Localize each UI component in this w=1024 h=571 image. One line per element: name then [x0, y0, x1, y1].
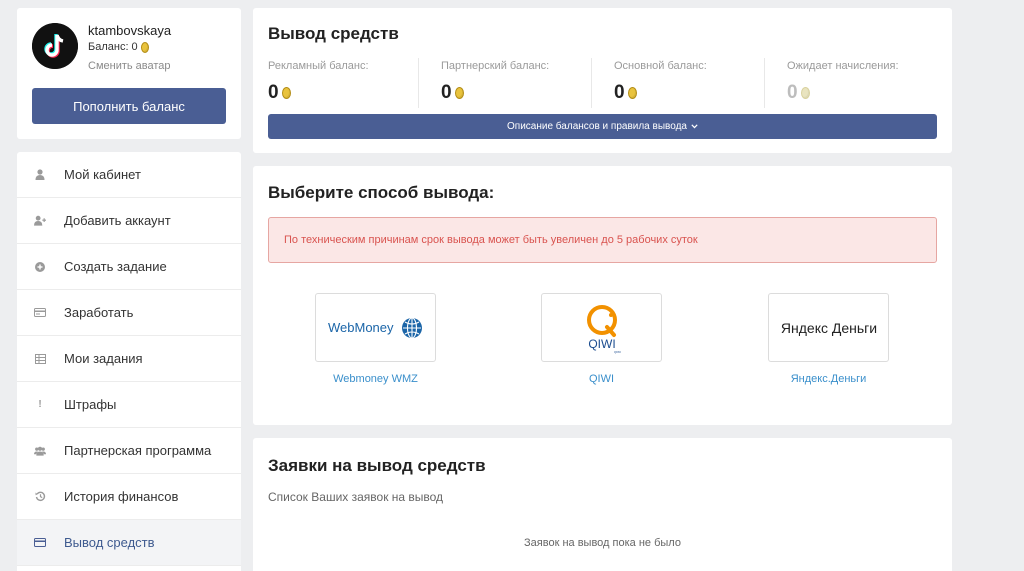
balance-value: 0	[787, 82, 798, 103]
method-label-webmoney[interactable]: Webmoney WMZ	[315, 373, 436, 385]
sidebar-item-label: Штрафы	[64, 397, 117, 412]
requests-subtitle: Список Ваших заявок на вывод	[268, 490, 444, 504]
balance-main: Основной баланс: 0	[591, 58, 764, 108]
avatar[interactable]	[32, 23, 78, 69]
qiwi-logo-text: QIWI	[588, 337, 615, 351]
sidebar-item-label: Вывод средств	[64, 535, 155, 550]
card-icon	[34, 307, 46, 319]
sidebar-item-create-task[interactable]: Создать задание	[17, 244, 241, 290]
profile-card: ktambovskaya Баланс: 0 Сменить аватар По…	[17, 8, 241, 139]
coin-icon	[140, 41, 149, 53]
balance-partner: Партнерский баланс: 0	[418, 58, 591, 108]
balance-value: 0	[268, 82, 279, 103]
yandex-logo-text: Яндекс Деньги	[780, 320, 876, 336]
yandex-money-logo-icon[interactable]: Яндекс Деньги	[768, 293, 889, 362]
method-qiwi[interactable]: QIWI QIWI QIWI	[541, 293, 662, 385]
sidebar-item-my-tasks[interactable]: Мои задания	[17, 336, 241, 382]
users-icon	[34, 445, 46, 457]
sidebar-item-label: Добавить аккаунт	[64, 213, 171, 228]
sidebar-item-label: Заработать	[64, 305, 134, 320]
sidebar-item-finance-history[interactable]: История финансов	[17, 474, 241, 520]
history-icon	[34, 491, 46, 503]
sidebar-item-earn[interactable]: Заработать	[17, 290, 241, 336]
topup-balance-button[interactable]: Пополнить баланс	[32, 88, 226, 124]
method-webmoney[interactable]: WebMoney Webmoney WMZ	[315, 293, 436, 385]
plus-circle-icon	[34, 261, 46, 273]
coin-icon	[627, 87, 637, 99]
page-title: Вывод средств	[268, 24, 399, 43]
sidebar-item-add-account[interactable]: Добавить аккаунт	[17, 198, 241, 244]
change-avatar-link[interactable]: Сменить аватар	[88, 60, 171, 72]
methods-title: Выберите способ вывода:	[268, 183, 495, 202]
balance-label: Ожидает начисления:	[787, 60, 899, 72]
coin-icon	[800, 87, 810, 99]
balance-label: Основной баланс:	[614, 60, 707, 72]
balance-value-container: 0	[268, 82, 418, 104]
sidebar-item-label: Мой кабинет	[64, 167, 141, 182]
grid-icon	[34, 353, 46, 365]
webmoney-logo-icon[interactable]: WebMoney	[315, 293, 436, 362]
balance-pending: Ожидает начисления: 0	[764, 58, 937, 108]
balance-label: Рекламный баланс:	[268, 60, 369, 72]
balance-rules-label: Описание балансов и правила вывода	[507, 121, 687, 132]
balance-value-container: 0	[787, 82, 937, 104]
coin-icon	[454, 87, 464, 99]
balance-label: Партнерский баланс:	[441, 60, 550, 72]
user-plus-icon	[34, 215, 46, 227]
balance-value: 0	[441, 82, 452, 103]
withdraw-requests-card: Заявки на вывод средств Список Ваших зая…	[253, 438, 952, 571]
requests-empty-text: Заявок на вывод пока не было	[524, 537, 681, 549]
withdraw-methods-card: Выберите способ вывода: По техническим п…	[253, 166, 952, 425]
balance-value: 0	[614, 82, 625, 103]
balances-card: Вывод средств Рекламный баланс: 0 Партне…	[253, 8, 952, 153]
method-label-yandex-money[interactable]: Яндекс.Деньги	[768, 373, 889, 385]
balance-value-container: 0	[441, 82, 591, 104]
profile-balance: Баланс: 0	[88, 41, 149, 53]
sidebar-item-fines[interactable]: ! Штрафы	[17, 382, 241, 428]
exclamation-icon: !	[38, 399, 42, 410]
balances-row: Рекламный баланс: 0 Партнерский баланс: …	[268, 58, 937, 108]
user-icon	[34, 169, 46, 181]
credit-card-icon	[34, 537, 46, 549]
qiwi-logo-subtext: QIWI	[614, 350, 621, 354]
webmoney-logo-text: WebMoney	[328, 320, 394, 335]
tiktok-logo-icon	[32, 23, 78, 69]
method-label-qiwi[interactable]: QIWI	[541, 373, 662, 385]
sidebar-item-withdraw[interactable]: Вывод средств	[17, 520, 241, 566]
balance-rules-button[interactable]: Описание балансов и правила вывода	[268, 114, 937, 139]
method-yandex-money[interactable]: Яндекс Деньги Яндекс.Деньги	[768, 293, 889, 385]
qiwi-logo-icon[interactable]: QIWI QIWI	[541, 293, 662, 362]
requests-title: Заявки на вывод средств	[268, 456, 486, 475]
profile-balance-text: Баланс: 0	[88, 41, 138, 53]
sidebar-item-label: Мои задания	[64, 351, 143, 366]
alert-message: По техническим причинам срок вывода може…	[268, 217, 937, 263]
chevron-down-icon	[691, 121, 698, 132]
sidebar-menu: Мой кабинет Добавить аккаунт Создать зад…	[17, 152, 241, 571]
sidebar-item-partner-program[interactable]: Партнерская программа	[17, 428, 241, 474]
username: ktambovskaya	[88, 23, 172, 38]
sidebar-item-label: Создать задание	[64, 259, 167, 274]
balance-value-container: 0	[614, 82, 764, 104]
coin-icon	[281, 87, 291, 99]
sidebar-item-my-cabinet[interactable]: Мой кабинет	[17, 152, 241, 198]
sidebar-item-label: Партнерская программа	[64, 443, 212, 458]
sidebar-item-label: История финансов	[64, 489, 179, 504]
balance-advertising: Рекламный баланс: 0	[268, 58, 418, 108]
